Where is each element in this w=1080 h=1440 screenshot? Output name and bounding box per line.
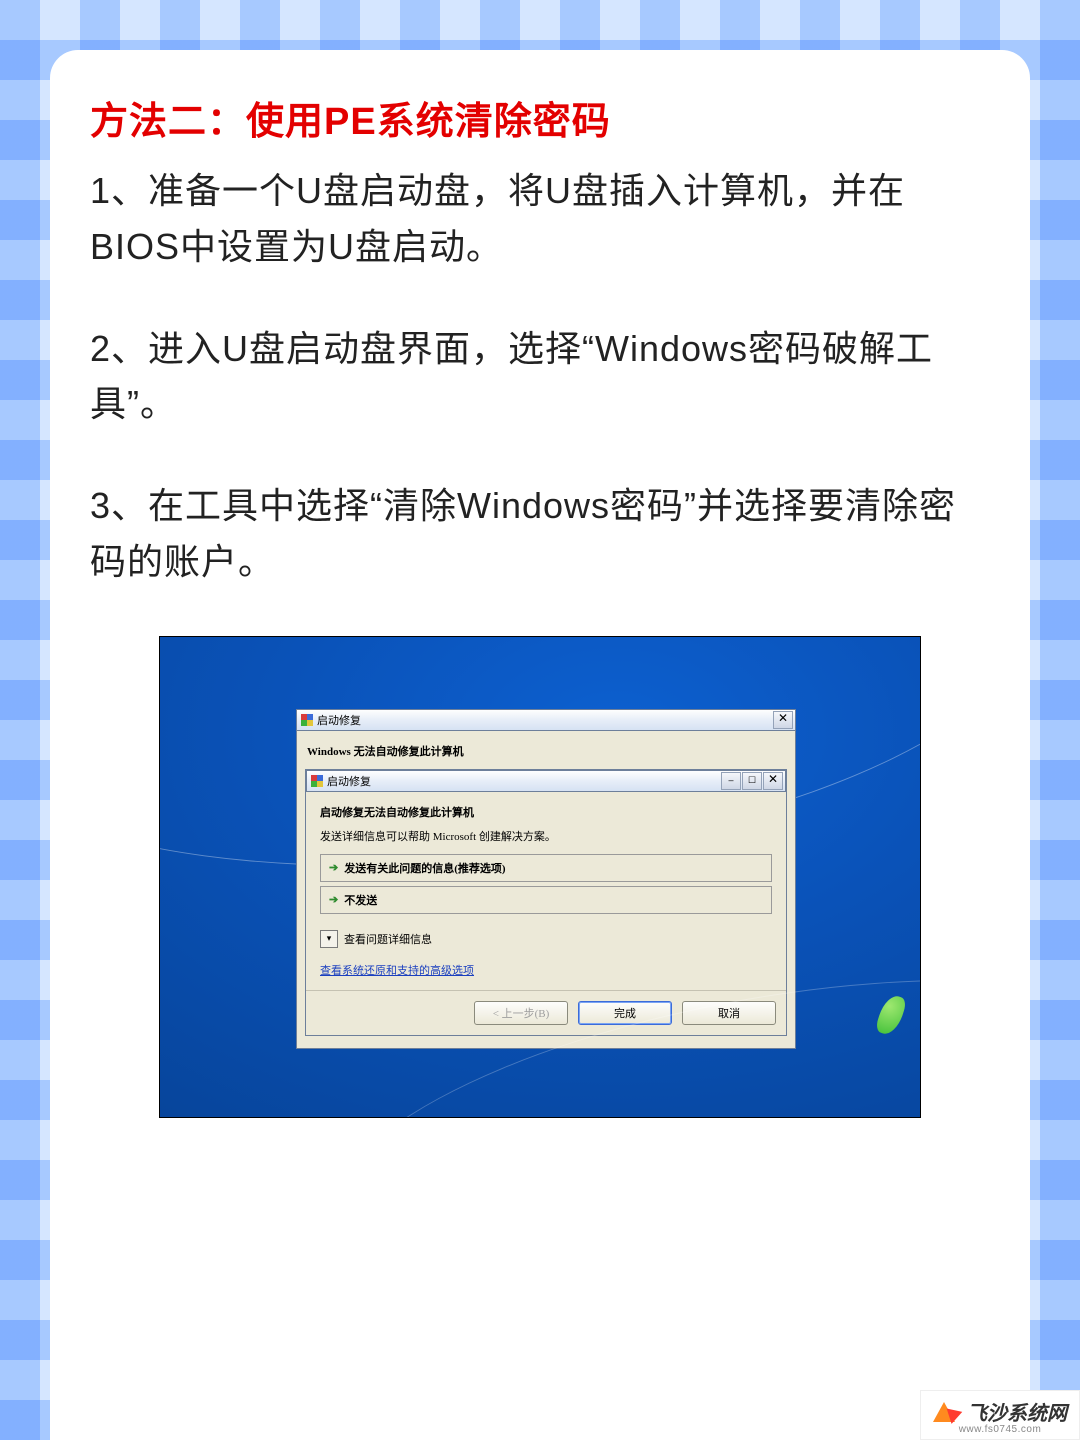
- content-card: 方法二：使用PE系统清除密码 1、准备一个U盘启动盘，将U盘插入计算机，并在BI…: [50, 50, 1030, 1440]
- chevron-down-icon: ▾: [320, 930, 338, 948]
- option-send-label: 发送有关此问题的信息(推荐选项): [344, 860, 505, 876]
- step-1: 1、准备一个U盘启动盘，将U盘插入计算机，并在BIOS中设置为U盘启动。: [90, 163, 990, 275]
- cancel-button[interactable]: 取消: [682, 1001, 776, 1025]
- dialog-heading: 启动修复无法自动修复此计算机: [320, 804, 772, 820]
- dialog-subtext: 发送详细信息可以帮助 Microsoft 创建解决方案。: [320, 828, 772, 844]
- finish-button[interactable]: 完成: [578, 1001, 672, 1025]
- watermark-brand: 飞沙系统网 www.fs0745.com: [920, 1390, 1080, 1440]
- outer-window-message: Windows 无法自动修复此计算机: [305, 739, 787, 769]
- step-3: 3、在工具中选择“清除Windows密码”并选择要清除密码的账户。: [90, 478, 990, 590]
- details-expander[interactable]: ▾ 查看问题详细信息: [320, 930, 772, 948]
- source-attribution: @通讯信息大分类: [0, 1389, 1080, 1426]
- arrow-right-icon: ➔: [329, 893, 338, 906]
- brand-name: 飞沙系统网: [967, 1397, 1067, 1426]
- arrow-right-icon: ➔: [329, 861, 338, 874]
- outer-window-title: 启动修复: [317, 712, 773, 728]
- dialog-button-row: < 上一步(B) 完成 取消: [306, 990, 786, 1035]
- inner-window-body: 启动修复无法自动修复此计算机 发送详细信息可以帮助 Microsoft 创建解决…: [306, 792, 786, 990]
- leaf-decoration: [874, 992, 907, 1037]
- outer-window-body: Windows 无法自动修复此计算机 启动修复 – ☐ ✕: [296, 731, 796, 1049]
- inner-close-button[interactable]: ✕: [763, 772, 783, 790]
- inner-maximize-button[interactable]: ☐: [742, 772, 762, 790]
- option-dont-send-label: 不发送: [344, 892, 377, 908]
- inner-title-bar[interactable]: 启动修复 – ☐ ✕: [306, 770, 786, 792]
- step-2: 2、进入U盘启动盘界面，选择“Windows密码破解工具”。: [90, 321, 990, 433]
- brand-logo-icon: [933, 1398, 961, 1426]
- option-send-info[interactable]: ➔ 发送有关此问题的信息(推荐选项): [320, 854, 772, 882]
- option-dont-send[interactable]: ➔ 不发送: [320, 886, 772, 914]
- windows-desktop-illustration: 启动修复 ✕ Windows 无法自动修复此计算机 启动修复 – ☐: [159, 636, 921, 1118]
- outer-title-bar[interactable]: 启动修复 ✕: [296, 709, 796, 731]
- inner-minimize-button[interactable]: –: [721, 772, 741, 790]
- details-expander-label: 查看问题详细信息: [344, 931, 432, 947]
- inner-window-title: 启动修复: [327, 773, 721, 789]
- windows-flag-icon: [311, 775, 323, 787]
- startup-repair-outer-window: 启动修复 ✕ Windows 无法自动修复此计算机 启动修复 – ☐: [296, 709, 796, 1049]
- back-button: < 上一步(B): [474, 1001, 568, 1025]
- advanced-options-link[interactable]: 查看系统还原和支持的高级选项: [320, 965, 474, 977]
- attribution-text: @通讯信息大分类: [454, 1389, 662, 1426]
- outer-close-button[interactable]: ✕: [773, 711, 793, 729]
- brand-url: www.fs0745.com: [959, 1424, 1042, 1435]
- paw-icon: [418, 1395, 444, 1421]
- startup-repair-inner-window: 启动修复 – ☐ ✕ 启动修复无法自动修复此计算机 发送详细信息可以帮助 Mic…: [305, 769, 787, 1036]
- method-title: 方法二：使用PE系统清除密码: [90, 90, 990, 145]
- checker-background: 方法二：使用PE系统清除密码 1、准备一个U盘启动盘，将U盘插入计算机，并在BI…: [0, 0, 1080, 1440]
- windows-flag-icon: [301, 714, 313, 726]
